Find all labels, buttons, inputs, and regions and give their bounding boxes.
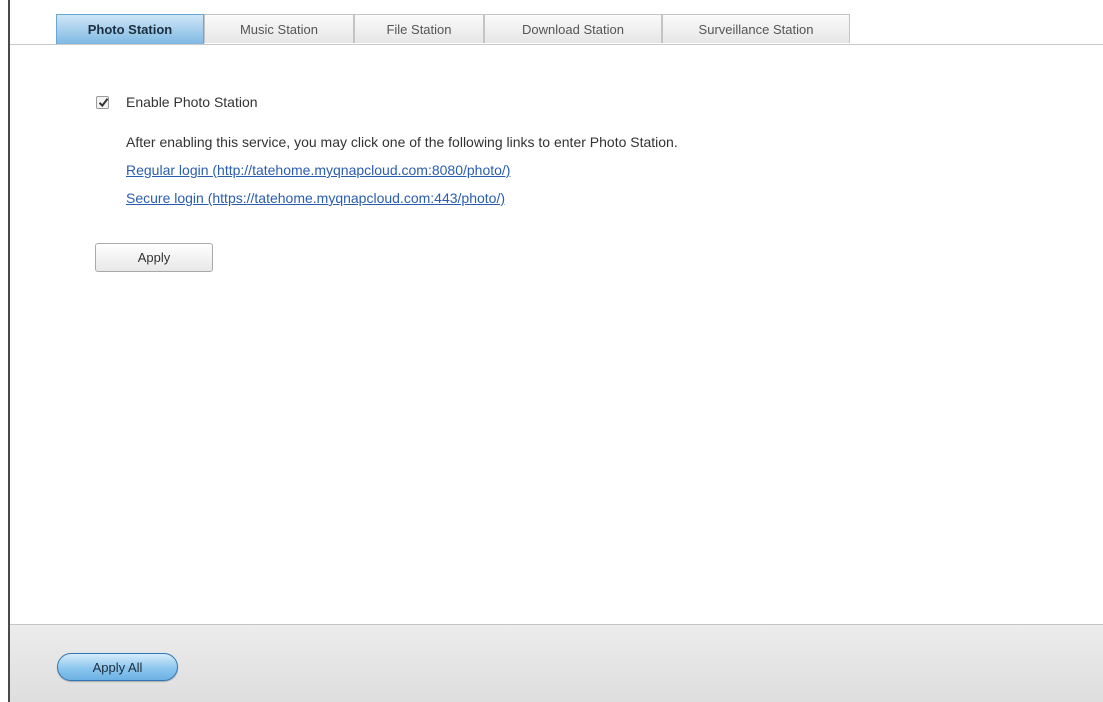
tab-download-station[interactable]: Download Station bbox=[484, 14, 662, 43]
checkmark-icon bbox=[98, 98, 109, 108]
tab-content: Enable Photo Station After enabling this… bbox=[10, 45, 1103, 624]
footer-bar: Apply All bbox=[10, 624, 1103, 702]
settings-panel: Photo Station Music Station File Station… bbox=[8, 0, 1103, 702]
apply-all-button[interactable]: Apply All bbox=[57, 653, 178, 681]
tab-file-station[interactable]: File Station bbox=[354, 14, 484, 43]
enable-photo-station-label: Enable Photo Station bbox=[126, 94, 258, 110]
tab-bar: Photo Station Music Station File Station… bbox=[10, 14, 1103, 45]
regular-login-link[interactable]: Regular login (http://tatehome.myqnapclo… bbox=[126, 162, 510, 178]
photo-station-description: After enabling this service, you may cli… bbox=[126, 134, 678, 150]
secure-login-link[interactable]: Secure login (https://tatehome.myqnapclo… bbox=[126, 190, 505, 206]
enable-photo-station-checkbox[interactable] bbox=[96, 96, 109, 109]
tab-music-station[interactable]: Music Station bbox=[204, 14, 354, 43]
apply-button[interactable]: Apply bbox=[95, 243, 213, 272]
tab-surveillance-station[interactable]: Surveillance Station bbox=[662, 14, 850, 43]
tab-photo-station[interactable]: Photo Station bbox=[56, 14, 204, 44]
